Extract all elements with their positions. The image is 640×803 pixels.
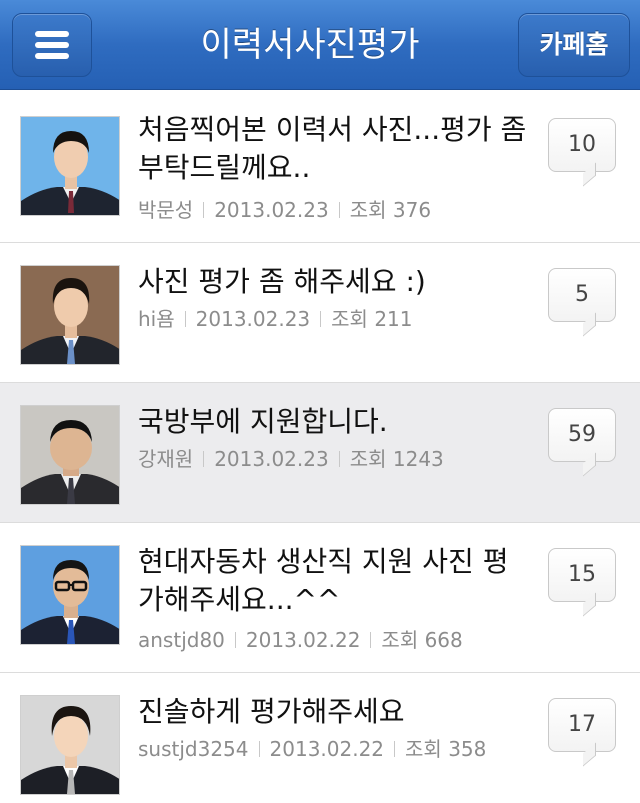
meta-divider — [234, 632, 236, 648]
post-date: 2013.02.23 — [195, 307, 311, 331]
meta-divider — [338, 202, 340, 218]
post-date: 2013.02.23 — [214, 447, 329, 471]
post-date: 2013.02.22 — [269, 737, 385, 761]
post-meta: 강재원 2013.02.23 조회 1243 — [138, 445, 538, 473]
post-author: 박문성 — [138, 198, 194, 222]
post-meta: 박문성 2013.02.23 조회 376 — [138, 196, 538, 224]
comment-count-badge[interactable]: 15 — [548, 548, 616, 602]
post-meta: sustjd3254 2013.02.22 조회 358 — [138, 735, 538, 763]
meta-divider — [184, 311, 186, 327]
post-author: anstjd80 — [138, 628, 225, 652]
author-photo — [20, 405, 120, 505]
post-title[interactable]: 진솔하게 평가해주세요 — [138, 693, 528, 731]
post-title[interactable]: 현대자동차 생산직 지원 사진 평가해주세요...^^ — [138, 543, 528, 619]
menu-icon — [35, 31, 69, 59]
post-meta: anstjd80 2013.02.22 조회 668 — [138, 626, 538, 654]
post-author: 강재원 — [138, 447, 194, 471]
comment-count-badge[interactable]: 17 — [548, 698, 616, 752]
menu-button[interactable] — [12, 13, 92, 77]
cafe-home-button[interactable]: 카페홈 — [518, 13, 630, 77]
top-navigation-bar: 이력서사진평가 카페홈 — [0, 0, 640, 90]
page-title: 이력서사진평가 — [200, 25, 420, 65]
post-row[interactable]: 국방부에 지원합니다. 강재원 2013.02.23 조회 1243 59 — [0, 383, 640, 523]
meta-divider — [394, 741, 396, 757]
meta-divider — [338, 451, 340, 467]
post-title[interactable]: 국방부에 지원합니다. — [138, 403, 528, 441]
post-date: 2013.02.23 — [214, 198, 329, 222]
author-photo — [20, 116, 120, 216]
post-title[interactable]: 처음찍어본 이력서 사진...평가 좀부탁드릴께요.. — [138, 111, 528, 187]
post-author: sustjd3254 — [138, 737, 249, 761]
meta-divider — [203, 451, 205, 467]
post-row[interactable]: 현대자동차 생산직 지원 사진 평가해주세요...^^ anstjd80 2013… — [0, 523, 640, 673]
comment-count-badge[interactable]: 59 — [548, 408, 616, 462]
post-views: 조회 358 — [405, 737, 487, 761]
author-photo — [20, 265, 120, 365]
post-views: 조회 1243 — [349, 447, 444, 471]
post-date: 2013.02.22 — [245, 628, 361, 652]
comment-count-badge[interactable]: 10 — [548, 118, 616, 172]
post-row[interactable]: 진솔하게 평가해주세요 sustjd3254 2013.02.22 조회 358 1… — [0, 673, 640, 803]
meta-divider — [203, 202, 205, 218]
meta-divider — [320, 311, 322, 327]
author-photo — [20, 695, 120, 795]
comment-count-badge[interactable]: 5 — [548, 268, 616, 322]
author-photo — [20, 545, 120, 645]
post-author: hi욤 — [138, 307, 175, 331]
post-views: 조회 211 — [331, 307, 413, 331]
meta-divider — [258, 741, 260, 757]
meta-divider — [370, 632, 372, 648]
post-meta: hi욤 2013.02.23 조회 211 — [138, 305, 538, 333]
post-row[interactable]: 처음찍어본 이력서 사진...평가 좀부탁드릴께요.. 박문성 2013.02.2… — [0, 91, 640, 243]
post-views: 조회 376 — [349, 198, 432, 222]
post-row[interactable]: 사진 평가 좀 해주세요 :) hi욤 2013.02.23 조회 211 5 — [0, 243, 640, 383]
post-title[interactable]: 사진 평가 좀 해주세요 :) — [138, 263, 528, 301]
post-views: 조회 668 — [381, 628, 463, 652]
